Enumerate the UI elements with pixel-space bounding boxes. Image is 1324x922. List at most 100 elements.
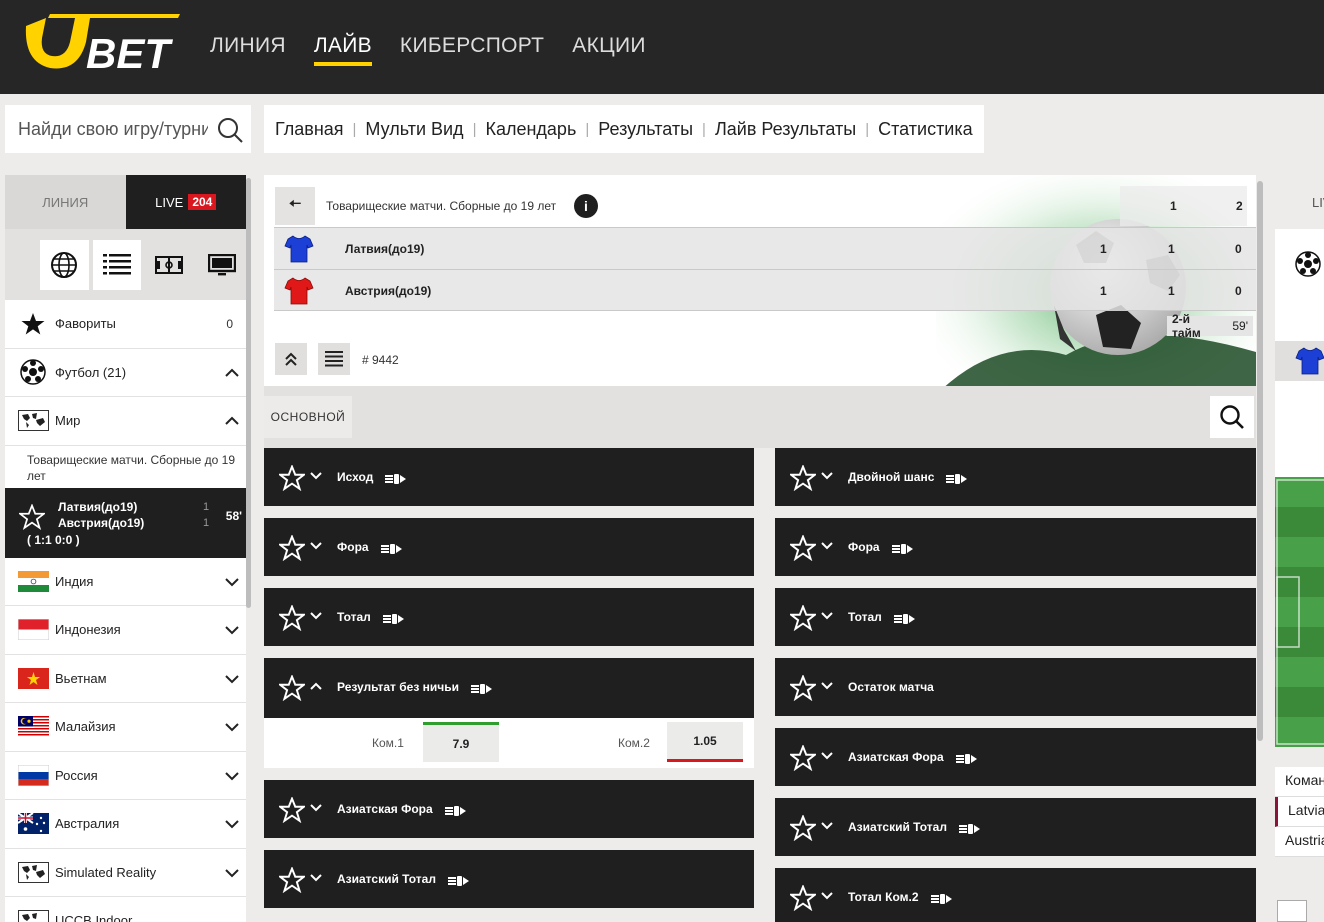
chevron-down-icon[interactable] [224,671,240,687]
chevron-up-icon[interactable] [309,680,323,692]
market-header[interactable]: Двойной шанс [775,448,1256,506]
favorite-star-icon[interactable] [279,867,305,893]
favorite-star-icon[interactable] [790,675,816,701]
tv-view-button[interactable] [198,240,247,290]
tournament-name[interactable]: Товарищеские матчи. Сборные до 19 лет [5,445,246,488]
market-header[interactable]: Тотал Ком.2 [775,868,1256,922]
crumb-calendar[interactable]: Календарь [485,119,576,140]
market-header[interactable]: Результат без ничьи [264,658,754,718]
favorite-star-icon[interactable] [790,885,816,911]
market-header[interactable]: Азиатская Фора [775,728,1256,786]
search-input[interactable] [18,117,208,141]
favorite-star-icon[interactable] [790,605,816,631]
nav-liniya[interactable]: ЛИНИЯ [210,34,286,66]
tab-live[interactable]: LIVE 204 [125,175,246,229]
sidebar-item-malaysia[interactable]: Малайзия [5,703,246,752]
chevron-down-icon[interactable] [309,872,323,884]
market-header[interactable]: Фора [775,518,1256,576]
sidebar-item-russia[interactable]: Россия [5,751,246,800]
sidebar-scrollbar[interactable] [246,178,251,608]
football-label: Футбол (21) [55,364,127,380]
view-switcher [5,229,246,300]
chevron-up-icon[interactable] [224,365,240,381]
right-panel-sport [1275,229,1324,341]
crumb-separator: | [472,120,477,138]
chevron-down-icon[interactable] [224,768,240,784]
chevron-down-icon[interactable] [224,816,240,832]
field-view-button[interactable] [145,240,194,290]
market-header[interactable]: Тотал [775,588,1256,646]
chevron-down-icon[interactable] [309,802,323,814]
crumb-separator: | [702,120,706,138]
favorite-star-icon[interactable] [790,745,816,771]
sidebar-item-vietnam[interactable]: Вьетнам [5,654,246,703]
live-match-item[interactable]: Латвия(до19) Австрия(до19) 1 1 58' ( 1:1… [5,487,246,558]
favorite-star-icon[interactable] [279,465,305,491]
odds-button-team1[interactable]: 7.9 [423,722,499,762]
favorite-star-icon[interactable] [790,465,816,491]
chevron-down-icon[interactable] [309,540,323,552]
country-label: Индия [55,573,94,589]
sidebar-item-favorites[interactable]: Фавориты 0 [5,300,246,349]
tab-line[interactable]: ЛИНИЯ [5,175,126,229]
chevron-up-icon[interactable] [224,413,240,429]
nav-esports[interactable]: КИБЕРСПОРТ [400,34,544,66]
chevron-down-icon[interactable] [820,820,834,832]
favorite-star-icon[interactable] [279,797,305,823]
market-header[interactable]: Остаток матча [775,658,1256,716]
chevron-down-icon[interactable] [309,470,323,482]
odds-button-team2[interactable]: 1.05 [667,722,743,762]
market-header[interactable]: Азиатский Тотал [264,850,754,908]
favorite-star-icon[interactable] [279,605,305,631]
sidebar-item-simulated-reality[interactable]: Simulated Reality [5,848,246,897]
sidebar-item-india[interactable]: Индия [5,557,246,606]
chevron-down-icon[interactable] [224,865,240,881]
content-scrollbar[interactable] [1257,181,1263,741]
crumb-multiview[interactable]: Мульти Вид [365,119,463,140]
right-panel-tab[interactable]: LIVE [1275,175,1324,229]
chevron-down-icon[interactable] [224,574,240,590]
chevron-down-icon[interactable] [820,470,834,482]
nav-live[interactable]: ЛАЙВ [313,34,373,66]
collapse-button[interactable] [275,343,307,375]
market-header[interactable]: Исход [264,448,754,506]
favorite-star-icon[interactable] [279,675,305,701]
globe-view-button[interactable] [40,239,89,290]
chevron-down-icon[interactable] [820,680,834,692]
crumb-statistics[interactable]: Статистика [878,119,973,140]
back-button[interactable]: 🠄 [275,187,315,225]
market-header[interactable]: Азиатский Тотал [775,798,1256,856]
market-search-button[interactable] [1210,396,1254,438]
sidebar-item-indonesia[interactable]: Индонезия [5,606,246,655]
chevron-down-icon[interactable] [820,540,834,552]
market-header[interactable]: Тотал [264,588,754,646]
search-icon[interactable] [217,117,243,143]
favorite-star-icon[interactable] [19,503,45,530]
chevron-down-icon[interactable] [820,750,834,762]
match-period-scores: ( 1:1 0:0 ) [27,532,80,547]
statistics-button[interactable] [318,343,350,375]
crumb-results[interactable]: Результаты [598,119,693,140]
crumb-home[interactable]: Главная [275,119,344,140]
sidebar-item-world[interactable]: Мир [5,397,246,446]
chevron-down-icon[interactable] [224,719,240,735]
favorite-star-icon[interactable] [790,535,816,561]
sidebar-item-uccb-indoor[interactable]: UCCB Indoor [5,897,246,922]
chevron-down-icon[interactable] [224,622,240,638]
sidebar-item-football[interactable]: Футбол (21) [5,348,246,397]
list-view-button[interactable] [92,239,141,290]
info-icon[interactable]: i [574,194,598,218]
crumb-live-results[interactable]: Лайв Результаты [715,119,856,140]
favorite-star-icon[interactable] [790,815,816,841]
market-header[interactable]: Фора [264,518,754,576]
nav-promotions[interactable]: АКЦИИ [572,34,645,66]
cashout-icon [956,752,978,770]
chevron-down-icon[interactable] [820,610,834,622]
filter-main-chip[interactable]: ОСНОВНОЙ [264,396,352,438]
chevron-down-icon[interactable] [820,890,834,902]
favorite-star-icon[interactable] [279,535,305,561]
sidebar-item-australia[interactable]: Австралия [5,800,246,849]
market-header[interactable]: Азиатская Фора [264,780,754,838]
ubet-logo[interactable]: BET [20,12,185,78]
chevron-down-icon[interactable] [309,610,323,622]
